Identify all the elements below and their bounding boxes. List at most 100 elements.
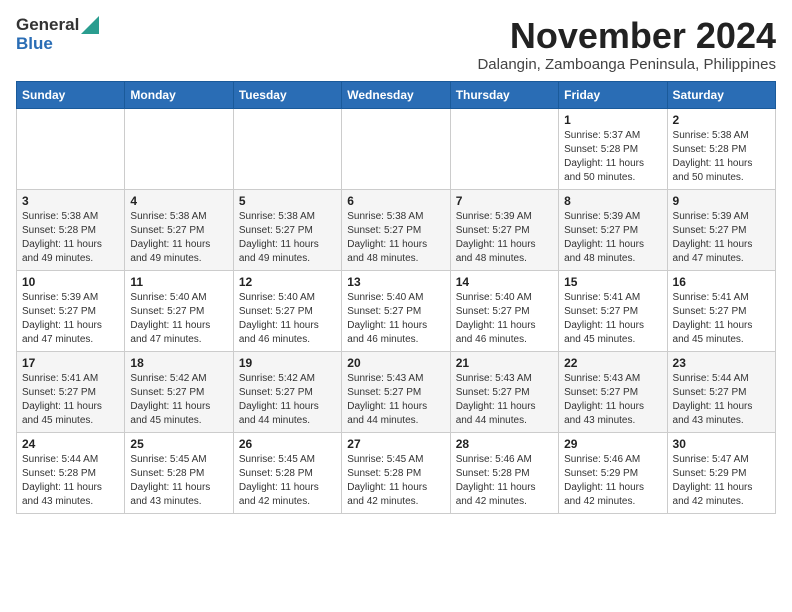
day-number: 30 (673, 437, 770, 451)
calendar-week-row: 24 Sunrise: 5:44 AM Sunset: 5:28 PM Dayli… (17, 432, 776, 513)
calendar-cell: 21 Sunrise: 5:43 AM Sunset: 5:27 PM Dayli… (450, 351, 558, 432)
calendar-cell: 11 Sunrise: 5:40 AM Sunset: 5:27 PM Dayli… (125, 270, 233, 351)
calendar-cell: 10 Sunrise: 5:39 AM Sunset: 5:27 PM Dayli… (17, 270, 125, 351)
day-number: 1 (564, 113, 661, 127)
calendar-cell: 3 Sunrise: 5:38 AM Sunset: 5:28 PM Daylig… (17, 189, 125, 270)
day-number: 19 (239, 356, 336, 370)
calendar-cell: 22 Sunrise: 5:43 AM Sunset: 5:27 PM Dayli… (559, 351, 667, 432)
day-info: Sunrise: 5:38 AM Sunset: 5:28 PM Dayligh… (673, 129, 770, 185)
day-number: 24 (22, 437, 119, 451)
day-number: 10 (22, 275, 119, 289)
day-number: 25 (130, 437, 227, 451)
day-info: Sunrise: 5:40 AM Sunset: 5:27 PM Dayligh… (456, 291, 553, 347)
day-info: Sunrise: 5:41 AM Sunset: 5:27 PM Dayligh… (564, 291, 661, 347)
day-info: Sunrise: 5:45 AM Sunset: 5:28 PM Dayligh… (347, 453, 444, 509)
calendar-table: SundayMondayTuesdayWednesdayThursdayFrid… (16, 81, 776, 514)
page-header: General Blue November 2024 Dalangin, Zam… (16, 16, 776, 73)
day-number: 26 (239, 437, 336, 451)
calendar-cell: 4 Sunrise: 5:38 AM Sunset: 5:27 PM Daylig… (125, 189, 233, 270)
calendar-cell: 6 Sunrise: 5:38 AM Sunset: 5:27 PM Daylig… (342, 189, 450, 270)
day-info: Sunrise: 5:39 AM Sunset: 5:27 PM Dayligh… (564, 210, 661, 266)
day-info: Sunrise: 5:38 AM Sunset: 5:28 PM Dayligh… (22, 210, 119, 266)
day-info: Sunrise: 5:46 AM Sunset: 5:28 PM Dayligh… (456, 453, 553, 509)
calendar-cell: 29Sunrise: 5:46 AM Sunset: 5:29 PM Dayli… (559, 432, 667, 513)
day-info: Sunrise: 5:37 AM Sunset: 5:28 PM Dayligh… (564, 129, 661, 185)
day-info: Sunrise: 5:41 AM Sunset: 5:27 PM Dayligh… (673, 291, 770, 347)
day-number: 29 (564, 437, 661, 451)
day-number: 4 (130, 194, 227, 208)
logo-blue-text: Blue (16, 35, 53, 54)
column-header-wednesday: Wednesday (342, 81, 450, 108)
day-info: Sunrise: 5:45 AM Sunset: 5:28 PM Dayligh… (130, 453, 227, 509)
day-info: Sunrise: 5:43 AM Sunset: 5:27 PM Dayligh… (456, 372, 553, 428)
calendar-week-row: 17 Sunrise: 5:41 AM Sunset: 5:27 PM Dayli… (17, 351, 776, 432)
calendar-cell (125, 108, 233, 189)
day-number: 17 (22, 356, 119, 370)
calendar-cell: 15Sunrise: 5:41 AM Sunset: 5:27 PM Dayli… (559, 270, 667, 351)
calendar-cell: 19 Sunrise: 5:42 AM Sunset: 5:27 PM Dayli… (233, 351, 341, 432)
day-info: Sunrise: 5:44 AM Sunset: 5:28 PM Dayligh… (22, 453, 119, 509)
day-info: Sunrise: 5:38 AM Sunset: 5:27 PM Dayligh… (130, 210, 227, 266)
calendar-week-row: 1 Sunrise: 5:37 AM Sunset: 5:28 PM Daylig… (17, 108, 776, 189)
logo-triangle-icon (81, 16, 99, 34)
logo-general-text: General (16, 16, 79, 35)
calendar-cell: 13 Sunrise: 5:40 AM Sunset: 5:27 PM Dayli… (342, 270, 450, 351)
day-number: 23 (673, 356, 770, 370)
title-block: November 2024 Dalangin, Zamboanga Penins… (477, 16, 776, 73)
calendar-cell: 1 Sunrise: 5:37 AM Sunset: 5:28 PM Daylig… (559, 108, 667, 189)
day-number: 14 (456, 275, 553, 289)
calendar-cell: 18 Sunrise: 5:42 AM Sunset: 5:27 PM Dayli… (125, 351, 233, 432)
location-subtitle: Dalangin, Zamboanga Peninsula, Philippin… (477, 56, 776, 73)
calendar-cell (450, 108, 558, 189)
day-info: Sunrise: 5:41 AM Sunset: 5:27 PM Dayligh… (22, 372, 119, 428)
day-info: Sunrise: 5:38 AM Sunset: 5:27 PM Dayligh… (239, 210, 336, 266)
calendar-cell: 25 Sunrise: 5:45 AM Sunset: 5:28 PM Dayli… (125, 432, 233, 513)
calendar-cell (233, 108, 341, 189)
day-number: 6 (347, 194, 444, 208)
day-info: Sunrise: 5:47 AM Sunset: 5:29 PM Dayligh… (673, 453, 770, 509)
day-number: 27 (347, 437, 444, 451)
day-info: Sunrise: 5:43 AM Sunset: 5:27 PM Dayligh… (347, 372, 444, 428)
day-info: Sunrise: 5:40 AM Sunset: 5:27 PM Dayligh… (347, 291, 444, 347)
calendar-cell (342, 108, 450, 189)
calendar-cell: 12Sunrise: 5:40 AM Sunset: 5:27 PM Dayli… (233, 270, 341, 351)
day-number: 5 (239, 194, 336, 208)
calendar-cell: 28Sunrise: 5:46 AM Sunset: 5:28 PM Dayli… (450, 432, 558, 513)
day-number: 3 (22, 194, 119, 208)
day-info: Sunrise: 5:38 AM Sunset: 5:27 PM Dayligh… (347, 210, 444, 266)
day-number: 22 (564, 356, 661, 370)
column-header-sunday: Sunday (17, 81, 125, 108)
day-number: 13 (347, 275, 444, 289)
calendar-week-row: 3 Sunrise: 5:38 AM Sunset: 5:28 PM Daylig… (17, 189, 776, 270)
calendar-week-row: 10 Sunrise: 5:39 AM Sunset: 5:27 PM Dayli… (17, 270, 776, 351)
day-number: 20 (347, 356, 444, 370)
calendar-cell: 23Sunrise: 5:44 AM Sunset: 5:27 PM Dayli… (667, 351, 775, 432)
day-number: 21 (456, 356, 553, 370)
column-header-friday: Friday (559, 81, 667, 108)
day-info: Sunrise: 5:42 AM Sunset: 5:27 PM Dayligh… (130, 372, 227, 428)
day-info: Sunrise: 5:39 AM Sunset: 5:27 PM Dayligh… (22, 291, 119, 347)
day-number: 18 (130, 356, 227, 370)
column-header-saturday: Saturday (667, 81, 775, 108)
day-info: Sunrise: 5:43 AM Sunset: 5:27 PM Dayligh… (564, 372, 661, 428)
column-header-thursday: Thursday (450, 81, 558, 108)
day-info: Sunrise: 5:39 AM Sunset: 5:27 PM Dayligh… (456, 210, 553, 266)
day-number: 11 (130, 275, 227, 289)
day-number: 7 (456, 194, 553, 208)
calendar-cell: 9 Sunrise: 5:39 AM Sunset: 5:27 PM Daylig… (667, 189, 775, 270)
day-number: 9 (673, 194, 770, 208)
day-number: 16 (673, 275, 770, 289)
calendar-cell: 5 Sunrise: 5:38 AM Sunset: 5:27 PM Daylig… (233, 189, 341, 270)
calendar-cell (17, 108, 125, 189)
calendar-cell: 17 Sunrise: 5:41 AM Sunset: 5:27 PM Dayli… (17, 351, 125, 432)
calendar-cell: 7 Sunrise: 5:39 AM Sunset: 5:27 PM Daylig… (450, 189, 558, 270)
day-info: Sunrise: 5:42 AM Sunset: 5:27 PM Dayligh… (239, 372, 336, 428)
month-title: November 2024 (477, 16, 776, 56)
calendar-header-row: SundayMondayTuesdayWednesdayThursdayFrid… (17, 81, 776, 108)
day-number: 2 (673, 113, 770, 127)
calendar-cell: 8Sunrise: 5:39 AM Sunset: 5:27 PM Daylig… (559, 189, 667, 270)
day-info: Sunrise: 5:40 AM Sunset: 5:27 PM Dayligh… (130, 291, 227, 347)
logo: General Blue (16, 16, 99, 53)
day-number: 12 (239, 275, 336, 289)
day-info: Sunrise: 5:39 AM Sunset: 5:27 PM Dayligh… (673, 210, 770, 266)
